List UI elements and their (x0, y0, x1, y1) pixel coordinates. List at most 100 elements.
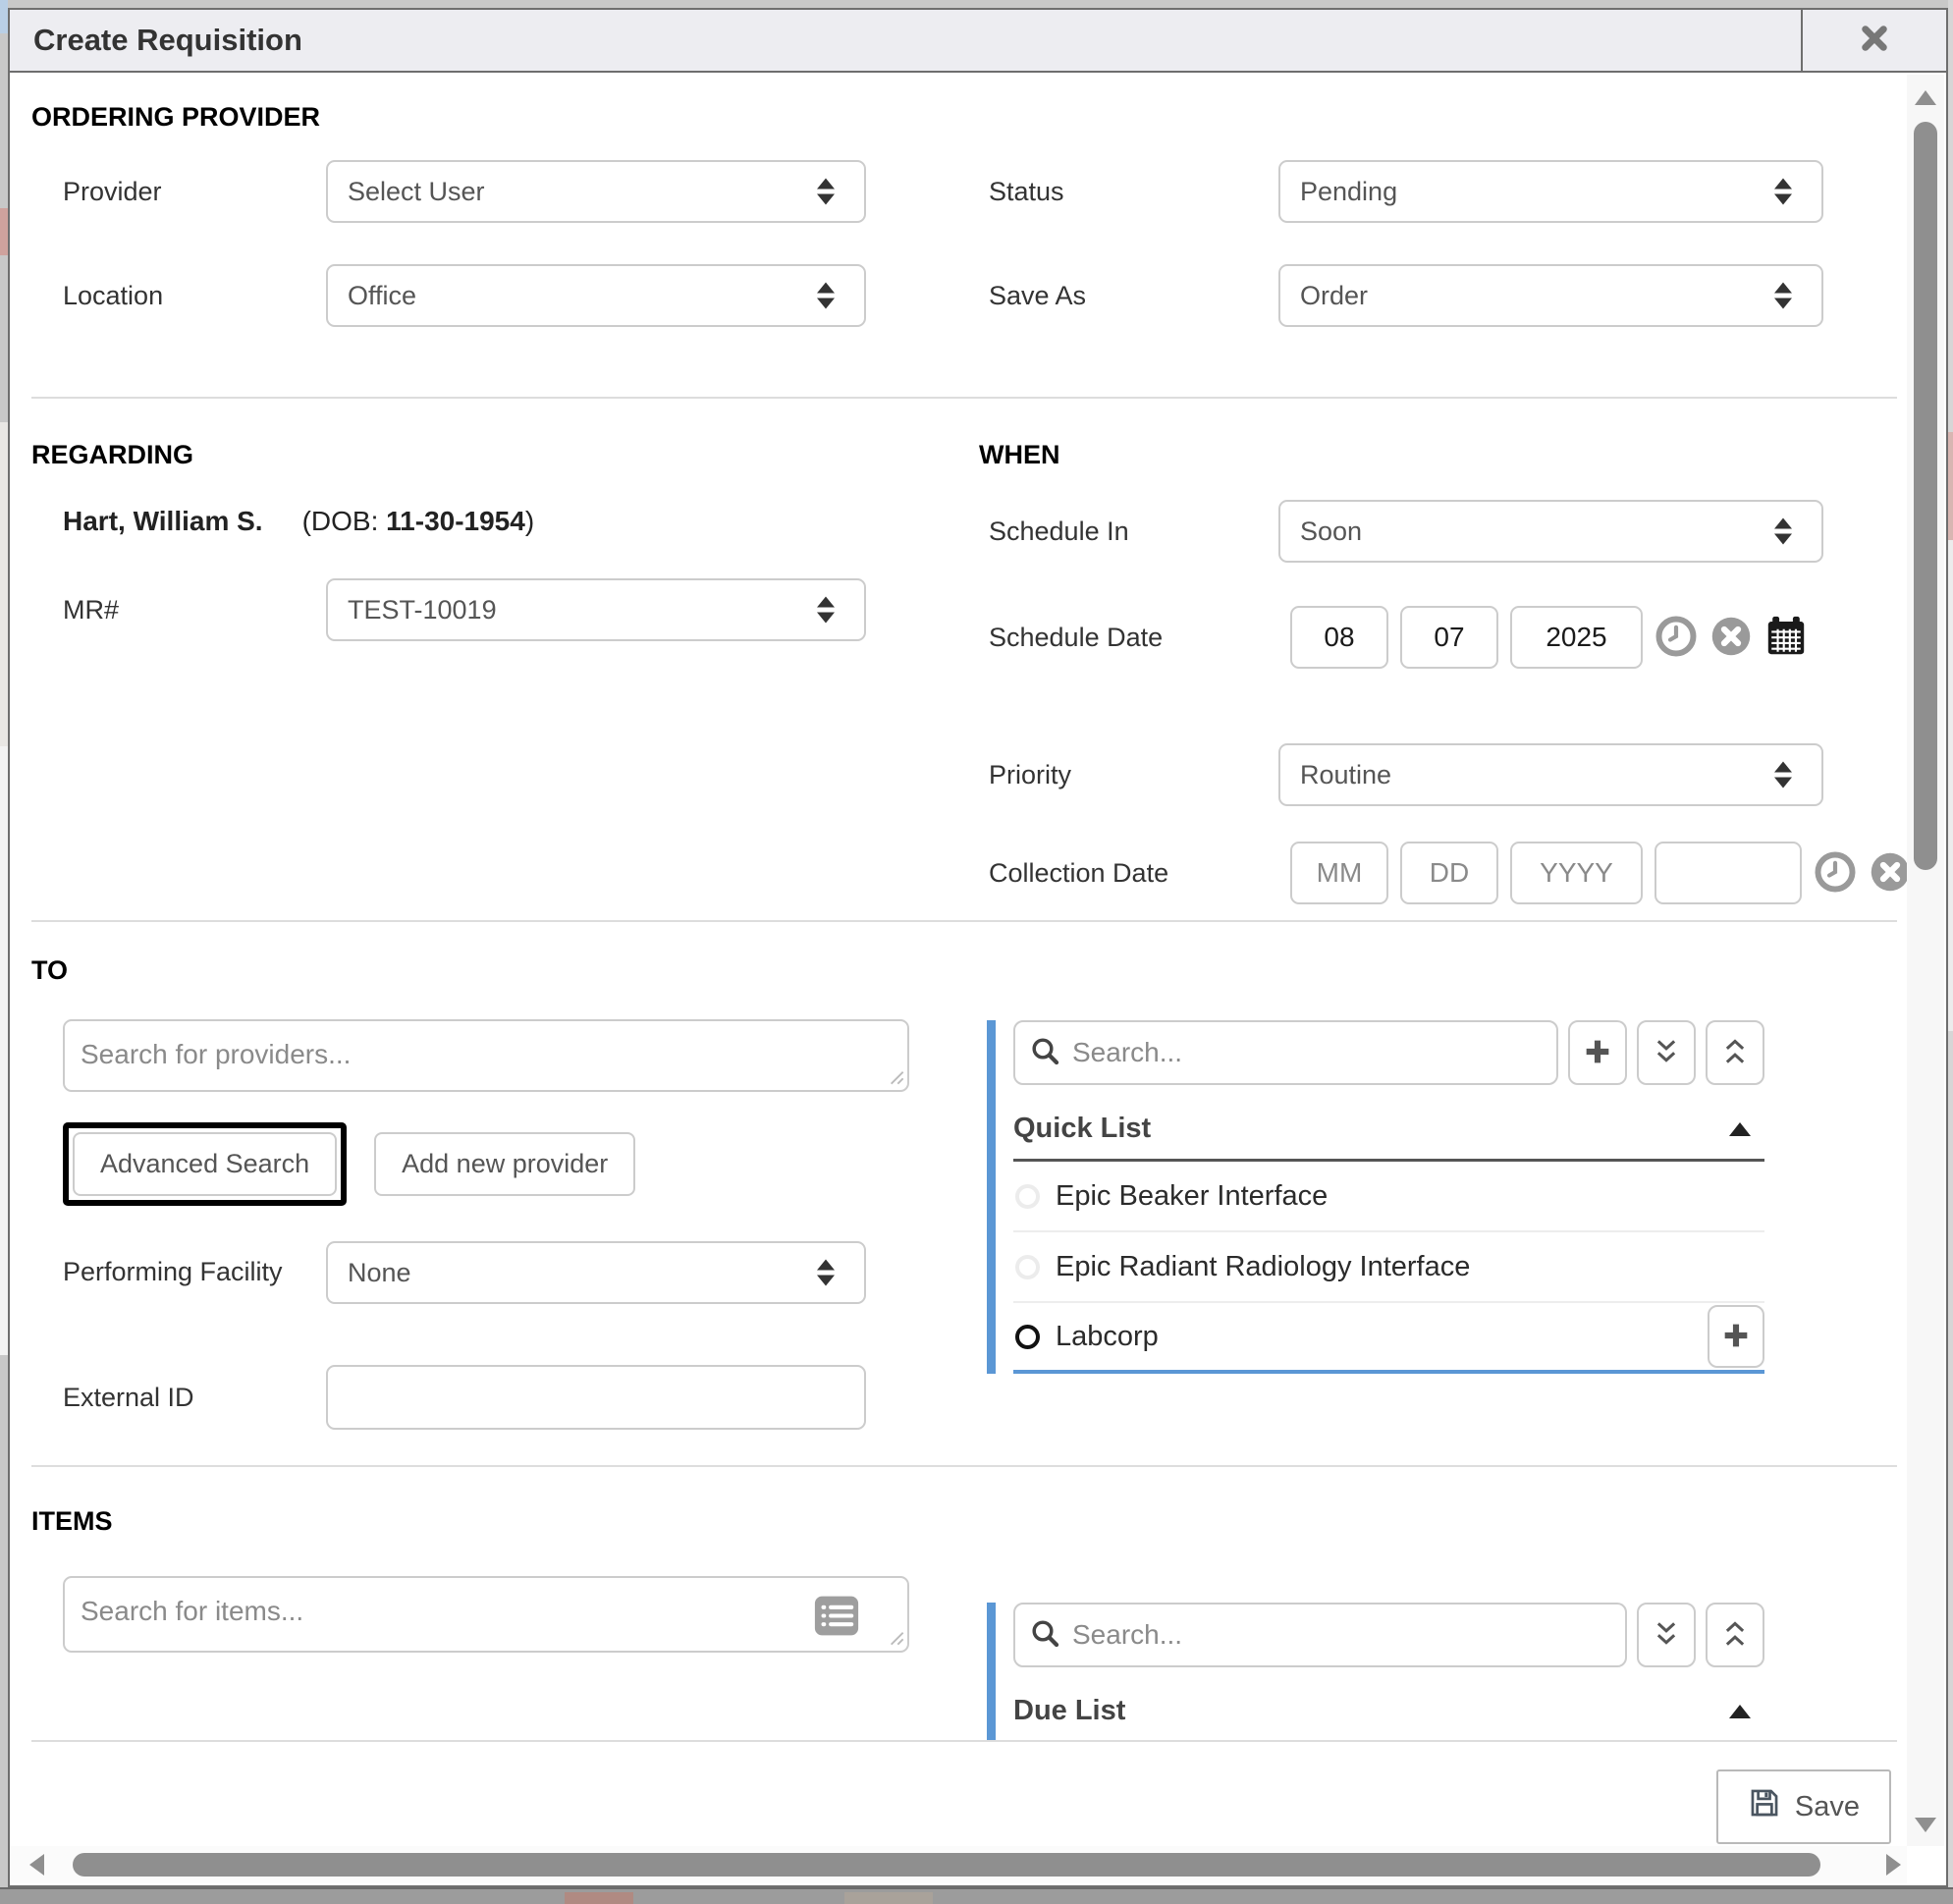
scroll-up-icon[interactable] (1915, 90, 1936, 105)
schedule-date-calendar-button[interactable] (1764, 616, 1808, 659)
add-selected-provider-button[interactable] (1708, 1305, 1764, 1368)
schedule-date-time-button[interactable] (1655, 616, 1698, 659)
provider-quick-list-panel: Quick List Epic Beaker Interface (987, 1020, 1764, 1374)
regarding-column: REGARDING Hart, William S.(DOB: 11-30-19… (31, 440, 979, 920)
collection-date-year-input[interactable] (1510, 842, 1643, 904)
status-select[interactable]: Pending (1278, 160, 1823, 223)
items-right-column: Due List Complete Metabolic Profile (Blo… (979, 1506, 1907, 1740)
select-arrows-icon (1774, 762, 1792, 789)
scroll-right-icon[interactable] (1886, 1854, 1901, 1876)
collapse-all-button[interactable] (1637, 1603, 1696, 1667)
advanced-search-highlight: Advanced Search (63, 1122, 347, 1206)
provider-panel-search-input[interactable] (1072, 1037, 1543, 1068)
clock-icon (1655, 616, 1697, 660)
item-search-input[interactable] (63, 1576, 909, 1653)
save-button[interactable]: Save (1716, 1769, 1891, 1844)
select-arrows-icon (817, 179, 835, 205)
add-provider-to-list-button[interactable] (1568, 1020, 1627, 1085)
close-icon (1858, 22, 1891, 60)
patient-summary: Hart, William S.(DOB: 11-30-1954) (31, 506, 979, 537)
when-heading: WHEN (979, 440, 1907, 470)
advanced-search-button[interactable]: Advanced Search (73, 1132, 337, 1196)
ordering-provider-heading: ORDERING PROVIDER (31, 102, 1907, 133)
list-item-label: Epic Radiant Radiology Interface (1056, 1251, 1470, 1283)
quick-list-header[interactable]: Quick List (1013, 1113, 1764, 1162)
provider-select[interactable]: Select User (326, 160, 866, 223)
scroll-down-icon[interactable] (1915, 1818, 1936, 1832)
schedule-date-day-input[interactable] (1400, 606, 1498, 669)
collapse-all-button[interactable] (1637, 1020, 1696, 1085)
close-button[interactable] (1801, 10, 1946, 71)
performing-facility-select[interactable]: None (326, 1241, 866, 1304)
dialog-title: Create Requisition (10, 23, 302, 58)
dialog-titlebar: Create Requisition (10, 10, 1946, 73)
plus-icon (1720, 1320, 1752, 1354)
add-new-provider-button[interactable]: Add new provider (374, 1132, 635, 1196)
expand-all-button[interactable] (1706, 1020, 1764, 1085)
list-item[interactable]: Epic Beaker Interface (1013, 1162, 1764, 1232)
scroll-left-icon[interactable] (29, 1854, 44, 1876)
horizontal-scrollbar[interactable] (10, 1846, 1907, 1883)
expand-all-button[interactable] (1706, 1603, 1764, 1667)
to-heading: TO (31, 955, 979, 986)
dialog-footer: Save (31, 1742, 1907, 1848)
horizontal-scrollbar-thumb[interactable] (73, 1853, 1820, 1877)
schedule-date-year-input[interactable] (1510, 606, 1643, 669)
item-panel-search (1013, 1603, 1627, 1667)
item-panel-search-input[interactable] (1072, 1619, 1611, 1651)
regarding-heading: REGARDING (31, 440, 979, 470)
vertical-scrollbar-thumb[interactable] (1914, 122, 1937, 870)
save-icon (1748, 1786, 1781, 1827)
when-column: WHEN Schedule In Soon Schedule Date (979, 440, 1907, 920)
list-item[interactable]: Epic Radiant Radiology Interface (1013, 1232, 1764, 1303)
radio-unselected-icon[interactable] (1015, 1184, 1040, 1209)
due-list-panel: Due List Complete Metabolic Profile (Blo… (987, 1603, 1764, 1740)
schedule-date-clear-button[interactable] (1709, 616, 1753, 659)
mr-label: MR# (31, 595, 326, 626)
collection-date-clear-button[interactable] (1869, 851, 1907, 895)
patient-name: Hart, William S. (63, 506, 263, 536)
schedule-in-select[interactable]: Soon (1278, 500, 1823, 563)
section-to: TO Advanced Search Add new provider (31, 922, 1907, 1465)
schedule-date-label: Schedule Date (979, 623, 1278, 653)
collapse-caret-icon (1729, 1705, 1751, 1718)
location-label: Location (31, 281, 326, 311)
mr-select[interactable]: TEST-10019 (326, 578, 866, 641)
provider-search-input[interactable] (63, 1019, 909, 1092)
list-item-selected[interactable]: Labcorp (1013, 1303, 1764, 1374)
create-requisition-dialog: Create Requisition ORDERING PROVIDER Pro… (8, 8, 1948, 1887)
external-id-label: External ID (31, 1383, 326, 1413)
status-label: Status (979, 177, 1278, 207)
list-item-label: Epic Beaker Interface (1056, 1180, 1328, 1213)
item-list-picker-button[interactable] (811, 1590, 862, 1644)
location-select[interactable]: Office (326, 264, 866, 327)
due-list-header[interactable]: Due List (1013, 1695, 1764, 1740)
collection-date-month-input[interactable] (1290, 842, 1388, 904)
external-id-input[interactable] (326, 1365, 866, 1430)
screen: Create Requisition ORDERING PROVIDER Pro… (0, 0, 1953, 1904)
collapse-caret-icon (1729, 1122, 1751, 1136)
collection-date-time-input[interactable] (1655, 842, 1802, 904)
radio-selected-icon[interactable] (1015, 1325, 1040, 1349)
priority-select[interactable]: Routine (1278, 743, 1823, 806)
clear-circle-icon (1710, 616, 1752, 660)
section-items: ITEMS (31, 1467, 1907, 1740)
background-page-left-sliver (0, 0, 8, 1904)
to-right-column: Quick List Epic Beaker Interface (979, 955, 1907, 1465)
items-left-column: ITEMS (31, 1506, 979, 1740)
collection-date-time-button[interactable] (1814, 851, 1857, 895)
scrollbar-corner (1907, 1846, 1946, 1885)
schedule-date-month-input[interactable] (1290, 606, 1388, 669)
radio-unselected-icon[interactable] (1015, 1255, 1040, 1279)
vertical-scrollbar[interactable] (1907, 75, 1944, 1846)
section-regarding-when: REGARDING Hart, William S.(DOB: 11-30-19… (31, 399, 1907, 920)
performing-facility-label: Performing Facility (31, 1252, 326, 1293)
schedule-in-label: Schedule In (979, 517, 1278, 547)
save-as-select[interactable]: Order (1278, 264, 1823, 327)
provider-label: Provider (31, 177, 326, 207)
chevron-double-up-icon (1720, 1037, 1750, 1069)
quick-list-title: Quick List (1013, 1113, 1151, 1145)
clock-icon (1815, 851, 1856, 896)
section-ordering-provider: ORDERING PROVIDER Provider Select User S… (31, 75, 1907, 397)
collection-date-day-input[interactable] (1400, 842, 1498, 904)
